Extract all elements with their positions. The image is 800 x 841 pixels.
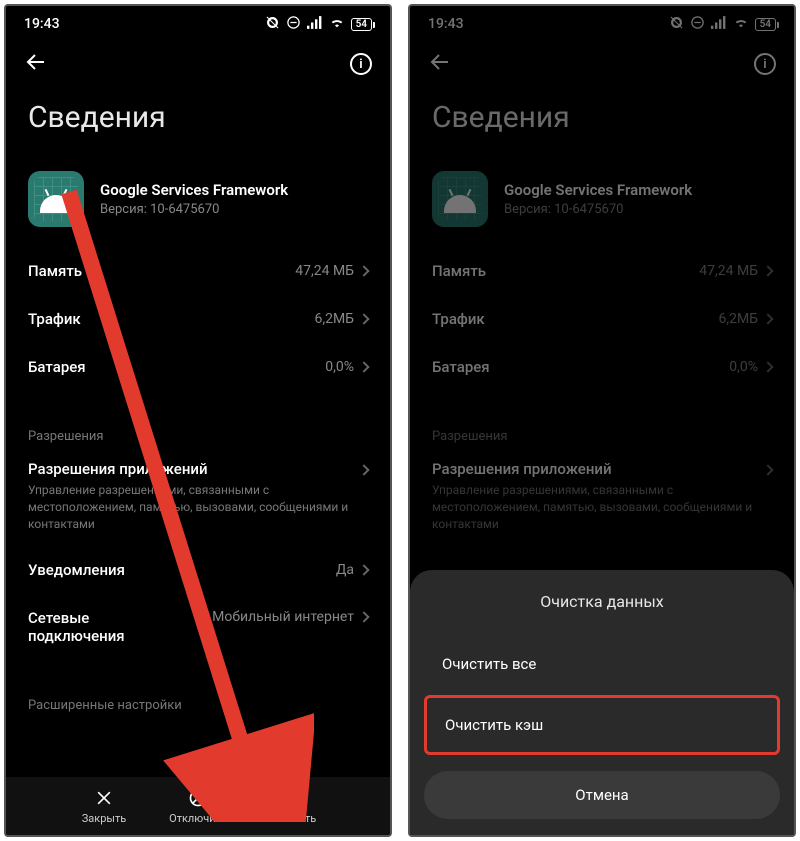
chevron-right-icon [358, 464, 369, 475]
nav-bar: i [410, 38, 794, 86]
clear-action[interactable]: Очистить [255, 787, 329, 825]
back-icon[interactable] [24, 50, 48, 78]
chevron-right-icon [762, 464, 773, 475]
dnd-icon [286, 15, 301, 34]
status-right: 54 [669, 14, 776, 34]
clear-icon [281, 787, 303, 809]
traffic-row[interactable]: Трафик 6,2МБ [410, 295, 794, 343]
app-name: Google Services Framework [504, 181, 692, 199]
chevron-right-icon [762, 265, 773, 276]
cancel-button[interactable]: Отмена [424, 771, 780, 819]
back-icon[interactable] [428, 50, 452, 78]
phone-left: 19:43 54 i Сведения [4, 4, 392, 837]
info-icon[interactable]: i [350, 53, 372, 75]
nav-bar: i [6, 38, 390, 86]
close-icon [93, 787, 115, 809]
battery-row[interactable]: Батарея 0,0% [6, 343, 390, 391]
phone-right: 19:43 54 i Сведения [408, 4, 796, 837]
chevron-right-icon [762, 313, 773, 324]
status-right: 54 [265, 14, 372, 34]
traffic-row[interactable]: Трафик 6,2МБ [6, 295, 390, 343]
permissions-section-header: Разрешения [410, 421, 794, 450]
network-row[interactable]: Сетевые подключения Мобильный интернет [6, 594, 390, 660]
battery-icon: 54 [755, 18, 776, 31]
alarm-off-icon [265, 15, 280, 34]
clear-cache-option[interactable]: Очистить кэш [424, 695, 780, 755]
chevron-right-icon [358, 361, 369, 372]
chevron-right-icon [762, 361, 773, 372]
app-icon [28, 171, 84, 227]
app-name: Google Services Framework [100, 181, 288, 199]
app-version: Версия: 10-6475670 [100, 202, 288, 217]
wifi-icon [329, 14, 345, 34]
dialog-title: Очистка данных [424, 592, 780, 611]
app-row: Google Services Framework Версия: 10-647… [410, 163, 794, 247]
app-permissions-row[interactable]: Разрешения приложений Управление разреше… [410, 450, 794, 546]
status-bar: 19:43 54 [410, 6, 794, 38]
signal-icon [711, 16, 727, 33]
app-permissions-row[interactable]: Разрешения приложений Управление разреше… [6, 450, 390, 546]
notifications-row[interactable]: Уведомления Да [6, 546, 390, 594]
status-time: 19:43 [428, 16, 464, 32]
signal-icon [307, 16, 323, 33]
disable-action[interactable]: Отключить [161, 787, 235, 825]
battery-icon: 54 [351, 18, 372, 31]
page-title: Сведения [6, 86, 390, 163]
bottom-action-bar: Закрыть Отключить Очистить [6, 777, 390, 835]
memory-row[interactable]: Память 47,24 МБ [410, 247, 794, 295]
disable-icon [187, 787, 209, 809]
clear-data-dialog: Очистка данных Очистить все Очистить кэш… [410, 570, 794, 835]
permissions-section-header: Разрешения [6, 421, 390, 450]
info-icon[interactable]: i [754, 53, 776, 75]
battery-row[interactable]: Батарея 0,0% [410, 343, 794, 391]
close-action[interactable]: Закрыть [67, 787, 141, 825]
wifi-icon [733, 14, 749, 34]
chevron-right-icon [358, 313, 369, 324]
status-bar: 19:43 54 [6, 6, 390, 38]
app-row: Google Services Framework Версия: 10-647… [6, 163, 390, 247]
advanced-section-header: Расширенные настройки [6, 690, 390, 719]
status-time: 19:43 [24, 16, 60, 32]
page-title: Сведения [410, 86, 794, 163]
chevron-right-icon [358, 565, 369, 576]
app-icon [432, 171, 488, 227]
chevron-right-icon [358, 265, 369, 276]
alarm-off-icon [669, 15, 684, 34]
memory-row[interactable]: Память 47,24 МБ [6, 247, 390, 295]
chevron-right-icon [358, 612, 369, 623]
dnd-icon [690, 15, 705, 34]
app-version: Версия: 10-6475670 [504, 202, 692, 217]
clear-all-option[interactable]: Очистить все [424, 637, 780, 691]
